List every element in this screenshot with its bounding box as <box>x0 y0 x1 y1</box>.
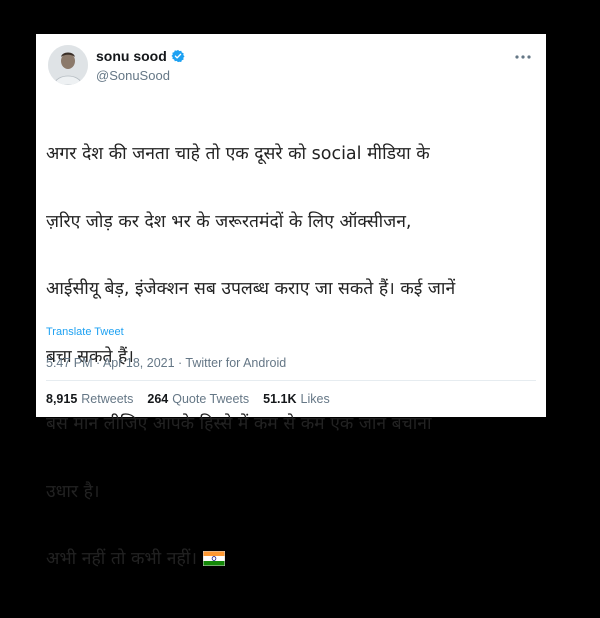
quote-tweets-count: 264 <box>147 391 169 406</box>
tweet-card: sonu sood @SonuSood अगर देश की जनता चाहे… <box>36 34 546 569</box>
tweet-text-line: अभी नहीं तो कभी नहीं। <box>46 549 197 569</box>
engagement-stats: 8,915 Retweets 264 Quote Tweets 51.1K Li… <box>46 380 330 417</box>
translate-tweet-link[interactable]: Translate Tweet <box>46 326 124 338</box>
india-flag-icon <box>202 550 225 573</box>
likes-label: Likes <box>300 391 330 406</box>
user-handle[interactable]: @SonuSood <box>96 68 170 83</box>
likes-count: 51.1K <box>263 391 297 406</box>
retweets-label: Retweets <box>81 391 134 406</box>
tweet-text-line-last: अभी नहीं तो कभी नहीं। <box>46 548 536 573</box>
tweet-text-line: आईसीयू बेड़, इंजेक्शन सब उपलब्ध कराए जा … <box>46 279 456 299</box>
tweet-text-line: अगर देश की जनता चाहे तो एक दूसरे को soci… <box>46 144 430 164</box>
avatar-image <box>48 45 88 85</box>
retweets-count: 8,915 <box>46 391 78 406</box>
more-options-icon[interactable] <box>512 46 534 68</box>
avatar[interactable] <box>48 45 88 85</box>
tweet-text-line: उधार है। <box>46 481 100 502</box>
display-name[interactable]: sonu sood <box>96 48 185 64</box>
quote-tweets-label: Quote Tweets <box>172 391 250 406</box>
display-name-text[interactable]: sonu sood <box>96 48 167 64</box>
likes-stat[interactable]: 51.1K Likes <box>263 392 330 406</box>
verified-badge-icon <box>171 49 185 63</box>
tweet-timestamp[interactable]: 5:47 PM · Apr 18, 2021 · Twitter for And… <box>46 356 286 370</box>
retweets-stat[interactable]: 8,915 Retweets <box>46 392 133 406</box>
quote-tweets-stat[interactable]: 264 Quote Tweets <box>147 392 249 406</box>
tweet-text-line: ज़रिए जोड़ कर देश भर के जरूरतमंदों के लि… <box>46 211 412 232</box>
